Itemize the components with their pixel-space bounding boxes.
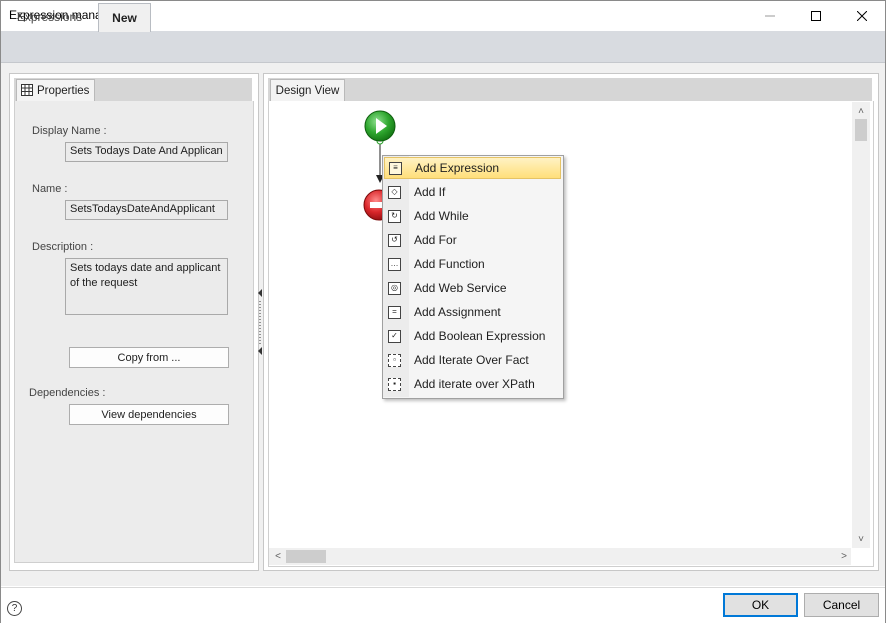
menu-item-label: Add Assignment [414, 305, 501, 319]
menu-item-label: Add Web Service [414, 281, 507, 295]
properties-grid-icon [21, 83, 33, 99]
menu-item-label: Add If [414, 185, 446, 199]
menu-item-add-boolean-expression[interactable]: ✓ Add Boolean Expression [384, 325, 561, 347]
close-icon [857, 10, 867, 21]
function-icon: … [388, 257, 401, 271]
iterate-fact-icon: ▫ [388, 353, 401, 367]
properties-tab-label: Properties [37, 85, 90, 97]
menu-item-label: Add While [414, 209, 469, 223]
iterate-xpath-icon: ▪ [388, 377, 401, 391]
design-view-tab-bar [268, 78, 872, 101]
menu-item-add-assignment[interactable]: = Add Assignment [384, 301, 561, 323]
menu-item-label: Add Boolean Expression [414, 329, 546, 343]
view-dependencies-button[interactable]: View dependencies [69, 404, 229, 425]
menu-item-add-while[interactable]: ↻ Add While [384, 205, 561, 227]
horizontal-scroll-thumb[interactable] [286, 550, 326, 563]
menu-item-add-function[interactable]: … Add Function [384, 253, 561, 275]
description-label: Description : [32, 241, 94, 253]
dependencies-label: Dependencies : [29, 387, 106, 399]
display-name-label: Display Name : [32, 125, 107, 137]
menu-item-add-for[interactable]: ↺ Add For [384, 229, 561, 251]
assignment-icon: = [388, 305, 401, 319]
vertical-scroll-thumb[interactable] [855, 119, 867, 141]
name-label: Name : [32, 183, 68, 195]
menu-item-label: Add Expression [415, 161, 500, 175]
web-service-icon: ◎ [388, 281, 401, 295]
menu-item-label: Add Function [414, 257, 485, 271]
tab-expressions[interactable]: Expressions [2, 3, 97, 31]
properties-body [14, 101, 254, 563]
display-name-field[interactable]: Sets Todays Date And Applican [65, 142, 228, 162]
while-loop-icon: ↻ [388, 209, 401, 223]
copy-from-button[interactable]: Copy from ... [69, 347, 229, 368]
menu-item-add-web-service[interactable]: ◎ Add Web Service [384, 277, 561, 299]
help-icon[interactable]: ? [7, 601, 22, 616]
menu-item-label: Add iterate over XPath [414, 377, 535, 391]
expression-icon: ≡ [389, 161, 402, 175]
menu-item-add-iterate-over-xpath[interactable]: ▪ Add iterate over XPath [384, 373, 561, 395]
menu-item-label: Add Iterate Over Fact [414, 353, 529, 367]
maximize-icon [811, 10, 821, 21]
if-icon: ◇ [388, 185, 401, 199]
tab-new[interactable]: New [98, 3, 151, 32]
scroll-left-icon[interactable]: < [270, 548, 286, 564]
design-view-tab[interactable]: Design View [270, 79, 345, 102]
scroll-right-icon[interactable]: > [836, 548, 852, 564]
for-loop-icon: ↺ [388, 233, 401, 247]
minimize-button[interactable] [747, 1, 793, 30]
menu-item-add-iterate-over-fact[interactable]: ▫ Add Iterate Over Fact [384, 349, 561, 371]
close-button[interactable] [839, 1, 885, 30]
vertical-scrollbar[interactable] [852, 102, 870, 548]
scroll-down-icon[interactable]: ˅ [853, 531, 869, 547]
description-field[interactable]: Sets todays date and applicant of the re… [65, 258, 228, 315]
ok-button[interactable]: OK [723, 593, 798, 617]
maximize-button[interactable] [793, 1, 839, 30]
boolean-check-icon: ✓ [388, 329, 401, 343]
properties-tab[interactable]: Properties [16, 79, 95, 102]
tab-strip [1, 31, 885, 63]
play-start-icon[interactable] [363, 109, 397, 146]
scroll-up-icon[interactable]: ˄ [853, 103, 869, 119]
menu-item-add-expression[interactable]: ≡ Add Expression [384, 157, 561, 179]
name-field[interactable]: SetsTodaysDateAndApplicant [65, 200, 228, 220]
menu-item-label: Add For [414, 233, 457, 247]
minimize-icon [765, 15, 775, 16]
horizontal-scrollbar[interactable] [269, 548, 851, 565]
cancel-button[interactable]: Cancel [804, 593, 879, 617]
menu-item-add-if[interactable]: ◇ Add If [384, 181, 561, 203]
